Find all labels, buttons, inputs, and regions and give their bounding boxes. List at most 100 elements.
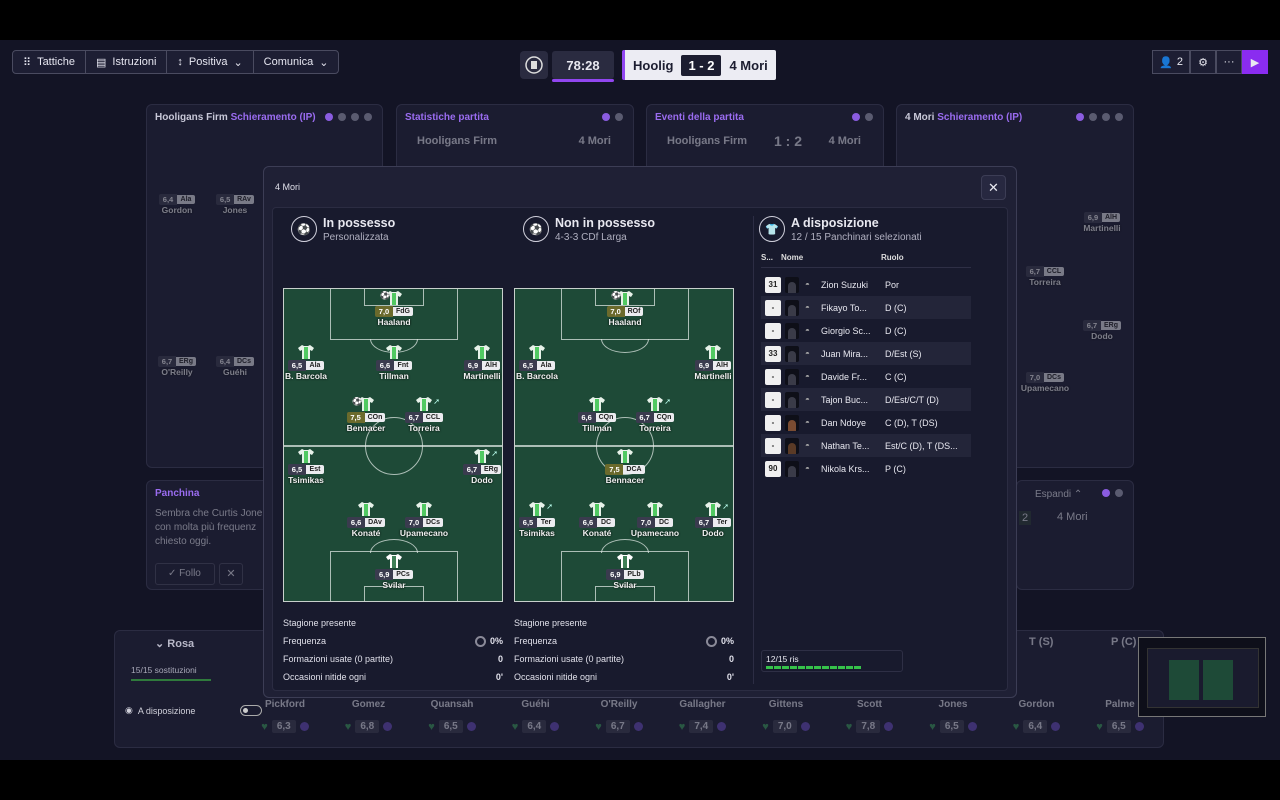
mentality-dropdown[interactable]: ↕ Positiva ⌄ xyxy=(167,51,254,73)
heart-icon: ♥ xyxy=(1012,720,1020,733)
col-name[interactable]: Nome xyxy=(781,253,881,262)
sub-row[interactable]: - ◓ Giorgio Sc... D (C) xyxy=(761,319,971,342)
roster-player[interactable]: Quansah ♥ 6,5 xyxy=(412,699,492,733)
clipboard-icon: ▤ xyxy=(95,56,107,69)
player-token[interactable]: 6,7 ERg Dodo xyxy=(1062,319,1142,341)
roster-player-name: Gallagher xyxy=(679,699,726,710)
away-team-name: 4 Mori xyxy=(729,57,768,73)
player-token[interactable]: ➚ 6,7 Ter Dodo xyxy=(673,502,733,538)
score-display[interactable]: Hoolig 1 - 2 4 Mori xyxy=(622,50,776,80)
roster-title[interactable]: ⌄ Rosa xyxy=(155,637,194,650)
heart-icon: ♥ xyxy=(678,720,686,733)
player-token[interactable]: 6,5 Ala B. Barcola xyxy=(515,345,577,381)
col-role[interactable]: Ruolo xyxy=(881,253,904,262)
panel-team: 4 Mori xyxy=(905,112,935,123)
rating-badge: 6,5 Ala xyxy=(288,359,324,371)
roster-player[interactable]: Gittens ♥ 7,0 xyxy=(746,699,826,733)
sub-name: Dan Ndoye xyxy=(821,417,867,428)
player-token[interactable]: 6,9 PCs Svilar xyxy=(354,554,434,590)
panel-title: Schieramento (IP) xyxy=(230,112,316,123)
roster-player[interactable]: Jones ♥ 6,5 xyxy=(913,699,993,733)
player-token[interactable]: 7,0 DCs Upamecano xyxy=(384,502,464,538)
communication-dropdown[interactable]: Comunica ⌄ xyxy=(254,51,339,73)
status-dot xyxy=(550,722,560,731)
roster-player[interactable]: Gallagher ♥ 7,4 xyxy=(663,699,743,733)
ball-icon: ⚽ xyxy=(611,291,621,300)
player-token[interactable]: ➚ 6,7 ERg Dodo xyxy=(442,449,502,485)
roster-player[interactable]: Guéhi ♥ 6,4 xyxy=(496,699,576,733)
sub-row[interactable]: - ◓ Nathan Te... Est/C (D), T (DS... xyxy=(761,434,971,457)
follow-button[interactable]: ✓ Follo xyxy=(155,563,215,585)
sub-row[interactable]: - ◓ Tajon Buc... D/Est/C/T (D) xyxy=(761,388,971,411)
minimap-preview[interactable] xyxy=(1138,637,1266,717)
player-token[interactable]: 6,5 Ala B. Barcola xyxy=(284,345,346,381)
player-token[interactable]: 6,5 Est Tsimikas xyxy=(284,449,346,485)
rating-badge: 7,5 COn xyxy=(346,411,386,423)
rating-badge: 6,9 AlH xyxy=(463,359,501,371)
player-token[interactable]: 6,9 AlH Martinelli xyxy=(1062,211,1142,233)
player-name: Tillman xyxy=(379,371,409,381)
panel-title: Schieramento (IP) xyxy=(937,112,1023,123)
sub-row[interactable]: 90 ◓ Nikola Krs... P (C) xyxy=(761,457,971,480)
sub-row[interactable]: - ◓ Fikayo To... D (C) xyxy=(761,296,971,319)
player-token[interactable]: 6,6 Fnt Tillman xyxy=(354,345,434,381)
close-button[interactable]: ✕ xyxy=(981,175,1006,200)
player-token[interactable]: 7,5 DCA Bennacer xyxy=(585,449,665,485)
roster-player-name: Gittens xyxy=(768,699,804,710)
roster-player[interactable]: Gomez ♥ 6,8 xyxy=(329,699,409,733)
roster-rating: 6,8 xyxy=(355,720,380,733)
player-token[interactable]: ➚ 6,7 CQn Torreira xyxy=(615,397,695,433)
dismiss-button[interactable]: ✕ xyxy=(219,563,243,585)
headset-icon: ◓ xyxy=(805,326,810,335)
subs-subtitle: 12 / 15 Panchinari selezionati xyxy=(791,232,922,243)
roster-player[interactable]: Gordon ♥ 6,4 xyxy=(997,699,1077,733)
goalkeeper-shirt-icon xyxy=(386,554,402,568)
player-token[interactable]: 6,9 PLb Svilar xyxy=(585,554,665,590)
roster-player[interactable]: O'Reilly ♥ 6,7 xyxy=(579,699,659,733)
subs-panel: 👕 A disposizione 12 / 15 Panchinari sele… xyxy=(759,216,971,480)
sub-row[interactable]: 31 ◓ Zion Suzuki Por xyxy=(761,273,971,296)
heart-icon: ♥ xyxy=(762,720,769,733)
player-token[interactable]: 7,0 DCs Upamecano xyxy=(1005,371,1085,393)
player-token[interactable]: ⚽ 7,0 FdG Haaland xyxy=(354,291,434,327)
out-possession-stats: Stagione presente Frequenza 0% Formazioni… xyxy=(514,618,734,682)
arrow-icon: ➚ xyxy=(491,449,498,458)
sub-row[interactable]: - ◓ Davide Fr... C (C) xyxy=(761,365,971,388)
subs-ris-counter: 12/15 ris xyxy=(761,650,903,672)
tactics-button[interactable]: ⠿ Tattiche xyxy=(13,51,86,73)
avatar xyxy=(785,414,799,431)
player-token[interactable]: ⚽ 7,0 ROf Haaland xyxy=(585,291,665,327)
people-button[interactable]: 👤 2 xyxy=(1152,50,1190,74)
player-name: Konaté xyxy=(582,528,612,538)
roster-player[interactable]: Scott ♥ 7,8 xyxy=(830,699,910,733)
expand-button[interactable]: Espandi ⌃ xyxy=(1035,489,1082,500)
player-token[interactable]: ➚ 6,7 CCL Torreira xyxy=(384,397,464,433)
player-token[interactable]: 6,9 AlH Martinelli xyxy=(442,345,502,381)
roster-rating: 6,4 xyxy=(522,720,547,733)
shirt-icon: 👕 xyxy=(759,216,785,242)
subs-counter: 15/15 sostituzioni xyxy=(131,665,197,675)
modal-title: 4 Mori xyxy=(275,182,301,192)
play-button[interactable]: ▶ xyxy=(1242,50,1268,74)
sub-row[interactable]: - ◓ Dan Ndoye C (D), T (DS) xyxy=(761,411,971,434)
settings-button[interactable]: ⚙ xyxy=(1190,50,1216,74)
out-possession-pitch: ⚽ 7,0 ROf Haaland 6,5 Ala B. Barcola 6,9 AlH Mart… xyxy=(514,288,734,602)
avatar xyxy=(785,368,799,385)
instructions-button[interactable]: ▤ Istruzioni xyxy=(86,51,168,73)
roster-player[interactable]: Pickford ♥ 6,3 xyxy=(245,699,325,733)
player-token[interactable]: 6,9 AlH Martinelli xyxy=(673,345,733,381)
more-button[interactable]: ··· xyxy=(1216,50,1242,74)
shirt-icon xyxy=(705,502,721,516)
col-shirt[interactable]: S... xyxy=(761,253,781,262)
subs-header: 👕 A disposizione 12 / 15 Panchinari sele… xyxy=(759,216,969,243)
headset-icon: ◓ xyxy=(805,349,810,358)
rating-badge: 7,5 DCA xyxy=(605,463,645,475)
roster-rating: 6,3 xyxy=(271,720,296,733)
stats-home-team: Hooligans Firm xyxy=(417,135,498,147)
sub-role: C (C) xyxy=(885,371,907,382)
player-token[interactable]: 6,7 CCL Torreira xyxy=(1005,265,1085,287)
player-name: Bennacer xyxy=(605,475,645,485)
person-icon: 👤 xyxy=(1159,56,1173,69)
sub-row[interactable]: 33 ◓ Juan Mira... D/Est (S) xyxy=(761,342,971,365)
sub-name: Nathan Te... xyxy=(821,440,870,451)
